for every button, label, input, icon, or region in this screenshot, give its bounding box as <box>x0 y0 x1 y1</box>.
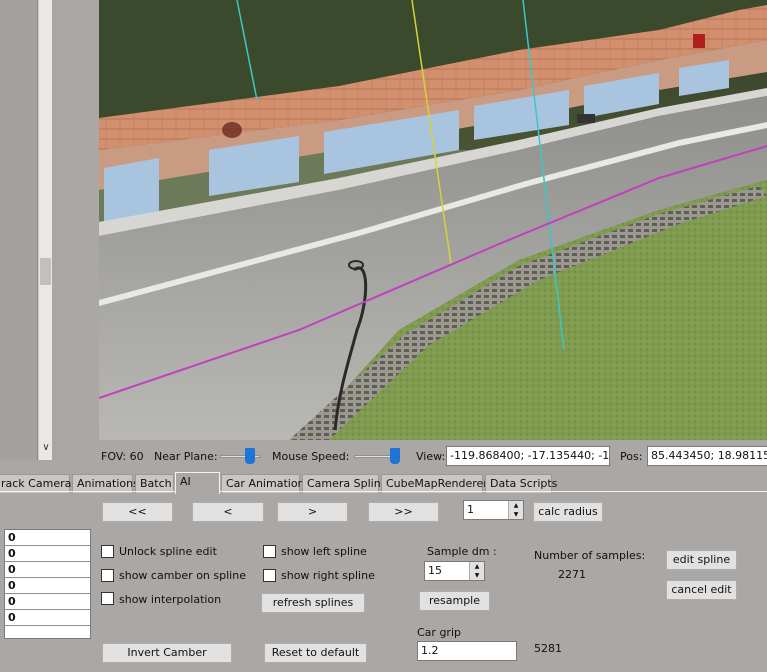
car-grip-label: Car grip <box>417 626 461 639</box>
grid-cell[interactable]: 0 <box>5 530 91 546</box>
view-label: View: <box>416 450 446 463</box>
last-point-button[interactable]: >> <box>368 502 439 522</box>
grid-cell[interactable]: 0 <box>5 594 91 610</box>
scrollbar-thumb[interactable] <box>40 258 51 285</box>
tab-ai[interactable]: AI <box>175 472 220 494</box>
show-interpolation-label: show interpolation <box>119 593 222 606</box>
resample-button[interactable]: resample <box>419 591 490 611</box>
step-down-icon[interactable]: ▼ <box>508 510 523 519</box>
scroll-down-arrow-icon[interactable]: ∨ <box>39 440 53 458</box>
show-camber-checkbox[interactable] <box>101 569 114 582</box>
view-field[interactable]: -119.868400; -17.135440; -11.405 <box>446 446 610 466</box>
fov-label: FOV: 60 <box>101 450 144 463</box>
mouse-speed-label: Mouse Speed: <box>272 450 350 463</box>
refresh-splines-button[interactable]: refresh splines <box>261 593 365 613</box>
show-right-spline-label: show right spline <box>281 569 375 582</box>
sample-dm-label: Sample dm : <box>427 545 497 558</box>
pos-label: Pos: <box>620 450 643 463</box>
unlock-spline-edit-checkbox[interactable] <box>101 545 114 558</box>
grid-cell[interactable]: 0 <box>5 610 91 626</box>
tab-strip: rack Cameras Animations Batch AI Car Ani… <box>0 472 767 494</box>
show-interpolation-checkbox[interactable] <box>101 592 114 605</box>
sample-dm-down-icon[interactable]: ▼ <box>469 571 484 580</box>
viewport-status-bar: FOV: 60 Near Plane: Mouse Speed: View: -… <box>98 444 767 468</box>
unlock-spline-edit-label: Unlock spline edit <box>119 545 217 558</box>
tab-divider <box>0 491 767 492</box>
grid-cell[interactable]: 0 <box>5 578 91 594</box>
3d-viewport[interactable] <box>99 0 767 440</box>
invert-camber-button[interactable]: Invert Camber <box>102 643 232 663</box>
near-plane-label: Near Plane: <box>154 450 218 463</box>
first-point-button[interactable]: << <box>102 502 173 522</box>
object-list[interactable] <box>0 0 38 460</box>
grid-cell[interactable]: 0 <box>5 562 91 578</box>
show-left-spline-checkbox[interactable] <box>263 545 276 558</box>
grid-cell[interactable]: 0 <box>5 546 91 562</box>
cancel-edit-button[interactable]: cancel edit <box>666 580 737 600</box>
track-scene <box>99 0 767 440</box>
car-grip-extra-value: 5281 <box>534 642 562 655</box>
edit-spline-button[interactable]: edit spline <box>666 550 737 570</box>
near-plane-slider-thumb[interactable] <box>245 448 255 464</box>
show-right-spline-checkbox[interactable] <box>263 569 276 582</box>
car-grip-input[interactable]: 1.2 <box>417 641 517 661</box>
prev-point-button[interactable]: < <box>192 502 264 522</box>
mouse-speed-slider-thumb[interactable] <box>390 448 400 464</box>
vertical-scrollbar[interactable]: ∨ <box>38 0 52 460</box>
pos-field[interactable]: 85.443450; 18.981150; 68.4 <box>647 446 767 466</box>
next-point-button[interactable]: > <box>277 502 348 522</box>
spline-values-grid[interactable]: 0 0 0 0 0 0 <box>4 529 91 639</box>
reset-to-default-button[interactable]: Reset to default <box>264 643 367 663</box>
sample-dm-up-icon[interactable]: ▲ <box>469 562 484 571</box>
step-up-icon[interactable]: ▲ <box>508 501 523 510</box>
show-left-spline-label: show left spline <box>281 545 367 558</box>
calc-radius-button[interactable]: calc radius <box>533 502 603 522</box>
num-samples-value: 2271 <box>558 568 586 581</box>
left-panel: ∨ <box>0 0 58 462</box>
num-samples-label: Number of samples: <box>534 549 646 562</box>
show-camber-label: show camber on spline <box>119 569 246 582</box>
